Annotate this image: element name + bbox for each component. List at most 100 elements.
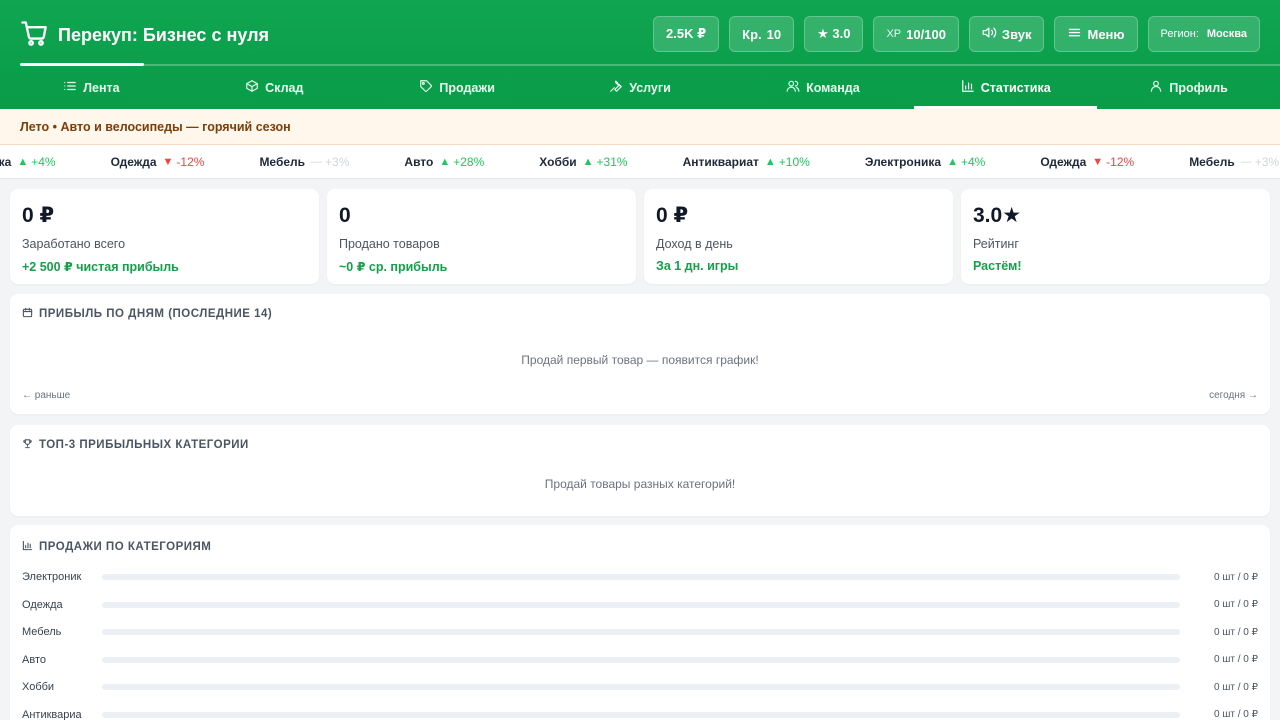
trend-down-icon: ▼	[162, 156, 174, 168]
speaker-icon	[982, 25, 997, 43]
menu-label: Меню	[1087, 26, 1125, 42]
region-value: Москва	[1206, 28, 1247, 40]
tab-label: Склад	[265, 80, 304, 95]
category-row: Антиквариа 0 шт / 0 ₽	[22, 707, 1258, 720]
app-title: Перекуп: Бизнес с нуля	[58, 24, 270, 45]
panel-title: ПРИБЫЛЬ ПО ДНЯМ (ПОСЛЕДНИЕ 14)	[22, 307, 272, 321]
ticker-change: +3%	[1254, 155, 1280, 169]
axis-label-today: сегодня →	[1209, 390, 1258, 401]
trend-up-icon: ▲	[439, 156, 451, 168]
panel-title-text: ПРОДАЖИ ПО КАТЕГОРИЯМ	[39, 541, 212, 553]
ticker-item: Мебель — +3%	[1189, 155, 1279, 169]
tab-label: Лента	[83, 80, 120, 95]
category-value: 0 шт / 0 ₽	[1214, 654, 1258, 665]
ticker-item: Хобби ▲ +31%	[539, 155, 627, 169]
trend-up-icon: ▲	[582, 156, 594, 168]
season-text: Лето • Авто и велосипеды — горячий сезон	[20, 119, 291, 134]
credit-badge[interactable]: Кр. 10	[729, 16, 795, 52]
credit-value: 10	[766, 26, 782, 42]
main-nav: Лента Склад Продажи Услуги Команда Стати…	[0, 66, 1280, 109]
xp-badge[interactable]: XP 10/100	[873, 16, 959, 52]
kpi-value: 3.0★	[973, 204, 1022, 227]
kpi-value: 0	[339, 204, 351, 227]
box-icon	[245, 79, 259, 96]
category-name: Электроник	[22, 571, 82, 583]
panel-title: ТОП-3 ПРИБЫЛЬНЫХ КАТЕГОРИИ	[22, 438, 249, 452]
rating-value: ★ 3.0	[817, 26, 851, 41]
kpi-sub: Растём!	[973, 259, 1022, 273]
tab-services[interactable]: Услуги	[549, 66, 732, 109]
kpi-card-earned: 0 ₽ Заработано всего +2 500 ₽ чистая при…	[10, 189, 319, 284]
menu-button[interactable]: Меню	[1054, 16, 1138, 52]
trend-up-icon: ▲	[764, 156, 776, 168]
kpi-card-sold: 0 Продано товаров ~0 ₽ ср. прибыль	[327, 189, 636, 284]
trend-flat-icon: —	[311, 156, 323, 168]
kpi-label: Продано товаров	[339, 237, 440, 251]
panel-title-text: ПРИБЫЛЬ ПО ДНЯМ (ПОСЛЕДНИЕ 14)	[39, 308, 273, 320]
tab-sales[interactable]: Продажи	[366, 66, 549, 109]
tab-warehouse[interactable]: Склад	[183, 66, 366, 109]
sound-button[interactable]: Звук	[968, 16, 1045, 52]
category-progress-bar	[102, 574, 1180, 580]
trend-up-icon: ▲	[947, 156, 958, 168]
tab-statistics[interactable]: Статистика	[914, 66, 1098, 109]
category-name: Мебель	[22, 626, 62, 638]
region-selector[interactable]: Регион: Москва	[1147, 16, 1260, 52]
kpi-sub: +2 500 ₽ чистая прибыль	[22, 260, 179, 274]
brand[interactable]: Перекуп: Бизнес с нуля	[20, 20, 269, 50]
kpi-value: 0 ₽	[22, 204, 55, 227]
tab-label: Продажи	[439, 80, 495, 95]
category-value: 0 шт / 0 ₽	[1214, 571, 1258, 583]
ticker-change: -12%	[176, 155, 205, 169]
cart-icon	[20, 19, 58, 52]
category-name: Антиквариа	[22, 708, 82, 720]
xp-prefix: XP	[886, 28, 902, 40]
tag-icon	[419, 79, 433, 96]
ticker-item: Мебель — +3%	[259, 155, 349, 169]
kpi-value: 0 ₽	[656, 204, 689, 227]
money-badge[interactable]: 2.5K ₽	[653, 16, 720, 52]
tab-label: Услуги	[629, 80, 671, 95]
kpi-cards: 0 ₽ Заработано всего +2 500 ₽ чистая при…	[10, 189, 1270, 284]
wrench-icon	[609, 79, 623, 96]
daily-profit-panel: ПРИБЫЛЬ ПО ДНЯМ (ПОСЛЕДНИЕ 14) Продай пе…	[10, 294, 1270, 414]
ticker-category: Антиквариат	[682, 155, 759, 169]
rating-badge[interactable]: ★ 3.0	[804, 16, 864, 52]
credit-prefix: Кр.	[742, 26, 762, 42]
ticker-category: Мебель	[259, 155, 306, 169]
panel-title: ПРОДАЖИ ПО КАТЕГОРИЯМ	[22, 540, 211, 554]
tab-profile[interactable]: Профиль	[1097, 66, 1280, 109]
ticker-category: Хобби	[539, 155, 577, 169]
category-value: 0 шт / 0 ₽	[1214, 709, 1258, 720]
ticker-change: +28%	[453, 155, 485, 169]
category-value: 0 шт / 0 ₽	[1214, 626, 1258, 638]
category-progress-bar	[102, 629, 1180, 635]
ticker-change: +4%	[960, 155, 986, 169]
money-value: 2.5K ₽	[666, 26, 707, 41]
bar-chart-icon	[22, 540, 33, 554]
ticker-category: Одежда	[110, 155, 157, 169]
category-row: Мебель 0 шт / 0 ₽	[22, 624, 1258, 640]
kpi-label: Заработано всего	[22, 237, 126, 251]
tab-team[interactable]: Команда	[731, 66, 914, 109]
category-progress-bar	[102, 711, 1180, 718]
category-value: 0 шт / 0 ₽	[1214, 681, 1258, 693]
ticker-track: ника▲+4%Одежда▼-12%Мебель—+3%Авто▲+28%Хо…	[0, 145, 1280, 178]
ticker-item: Одежда ▼ -12%	[111, 155, 205, 169]
user-icon	[1149, 79, 1163, 96]
ticker-category: Мебель	[1189, 155, 1235, 169]
category-progress-bar	[102, 684, 1180, 690]
ticker-change: +10%	[778, 155, 810, 169]
ticker-change: +3%	[325, 155, 350, 169]
app-header: Перекуп: Бизнес с нуля 2.5K ₽ Кр. 10 ★ 3…	[0, 0, 1280, 109]
trend-up-icon: ▲	[17, 156, 29, 168]
category-name: Авто	[22, 653, 46, 666]
empty-top-message: Продай товары разных категорий!	[544, 477, 736, 491]
category-name: Одежда	[22, 598, 63, 611]
category-row: Хобби 0 шт / 0 ₽	[22, 679, 1258, 695]
tab-feed[interactable]: Лента	[0, 66, 183, 109]
team-icon	[786, 79, 800, 96]
category-row: Электроник 0 шт / 0 ₽	[22, 569, 1258, 585]
category-row: Одежда 0 шт / 0 ₽	[22, 597, 1258, 613]
ticker-item: Антиквариат ▲ +10%	[683, 155, 810, 169]
